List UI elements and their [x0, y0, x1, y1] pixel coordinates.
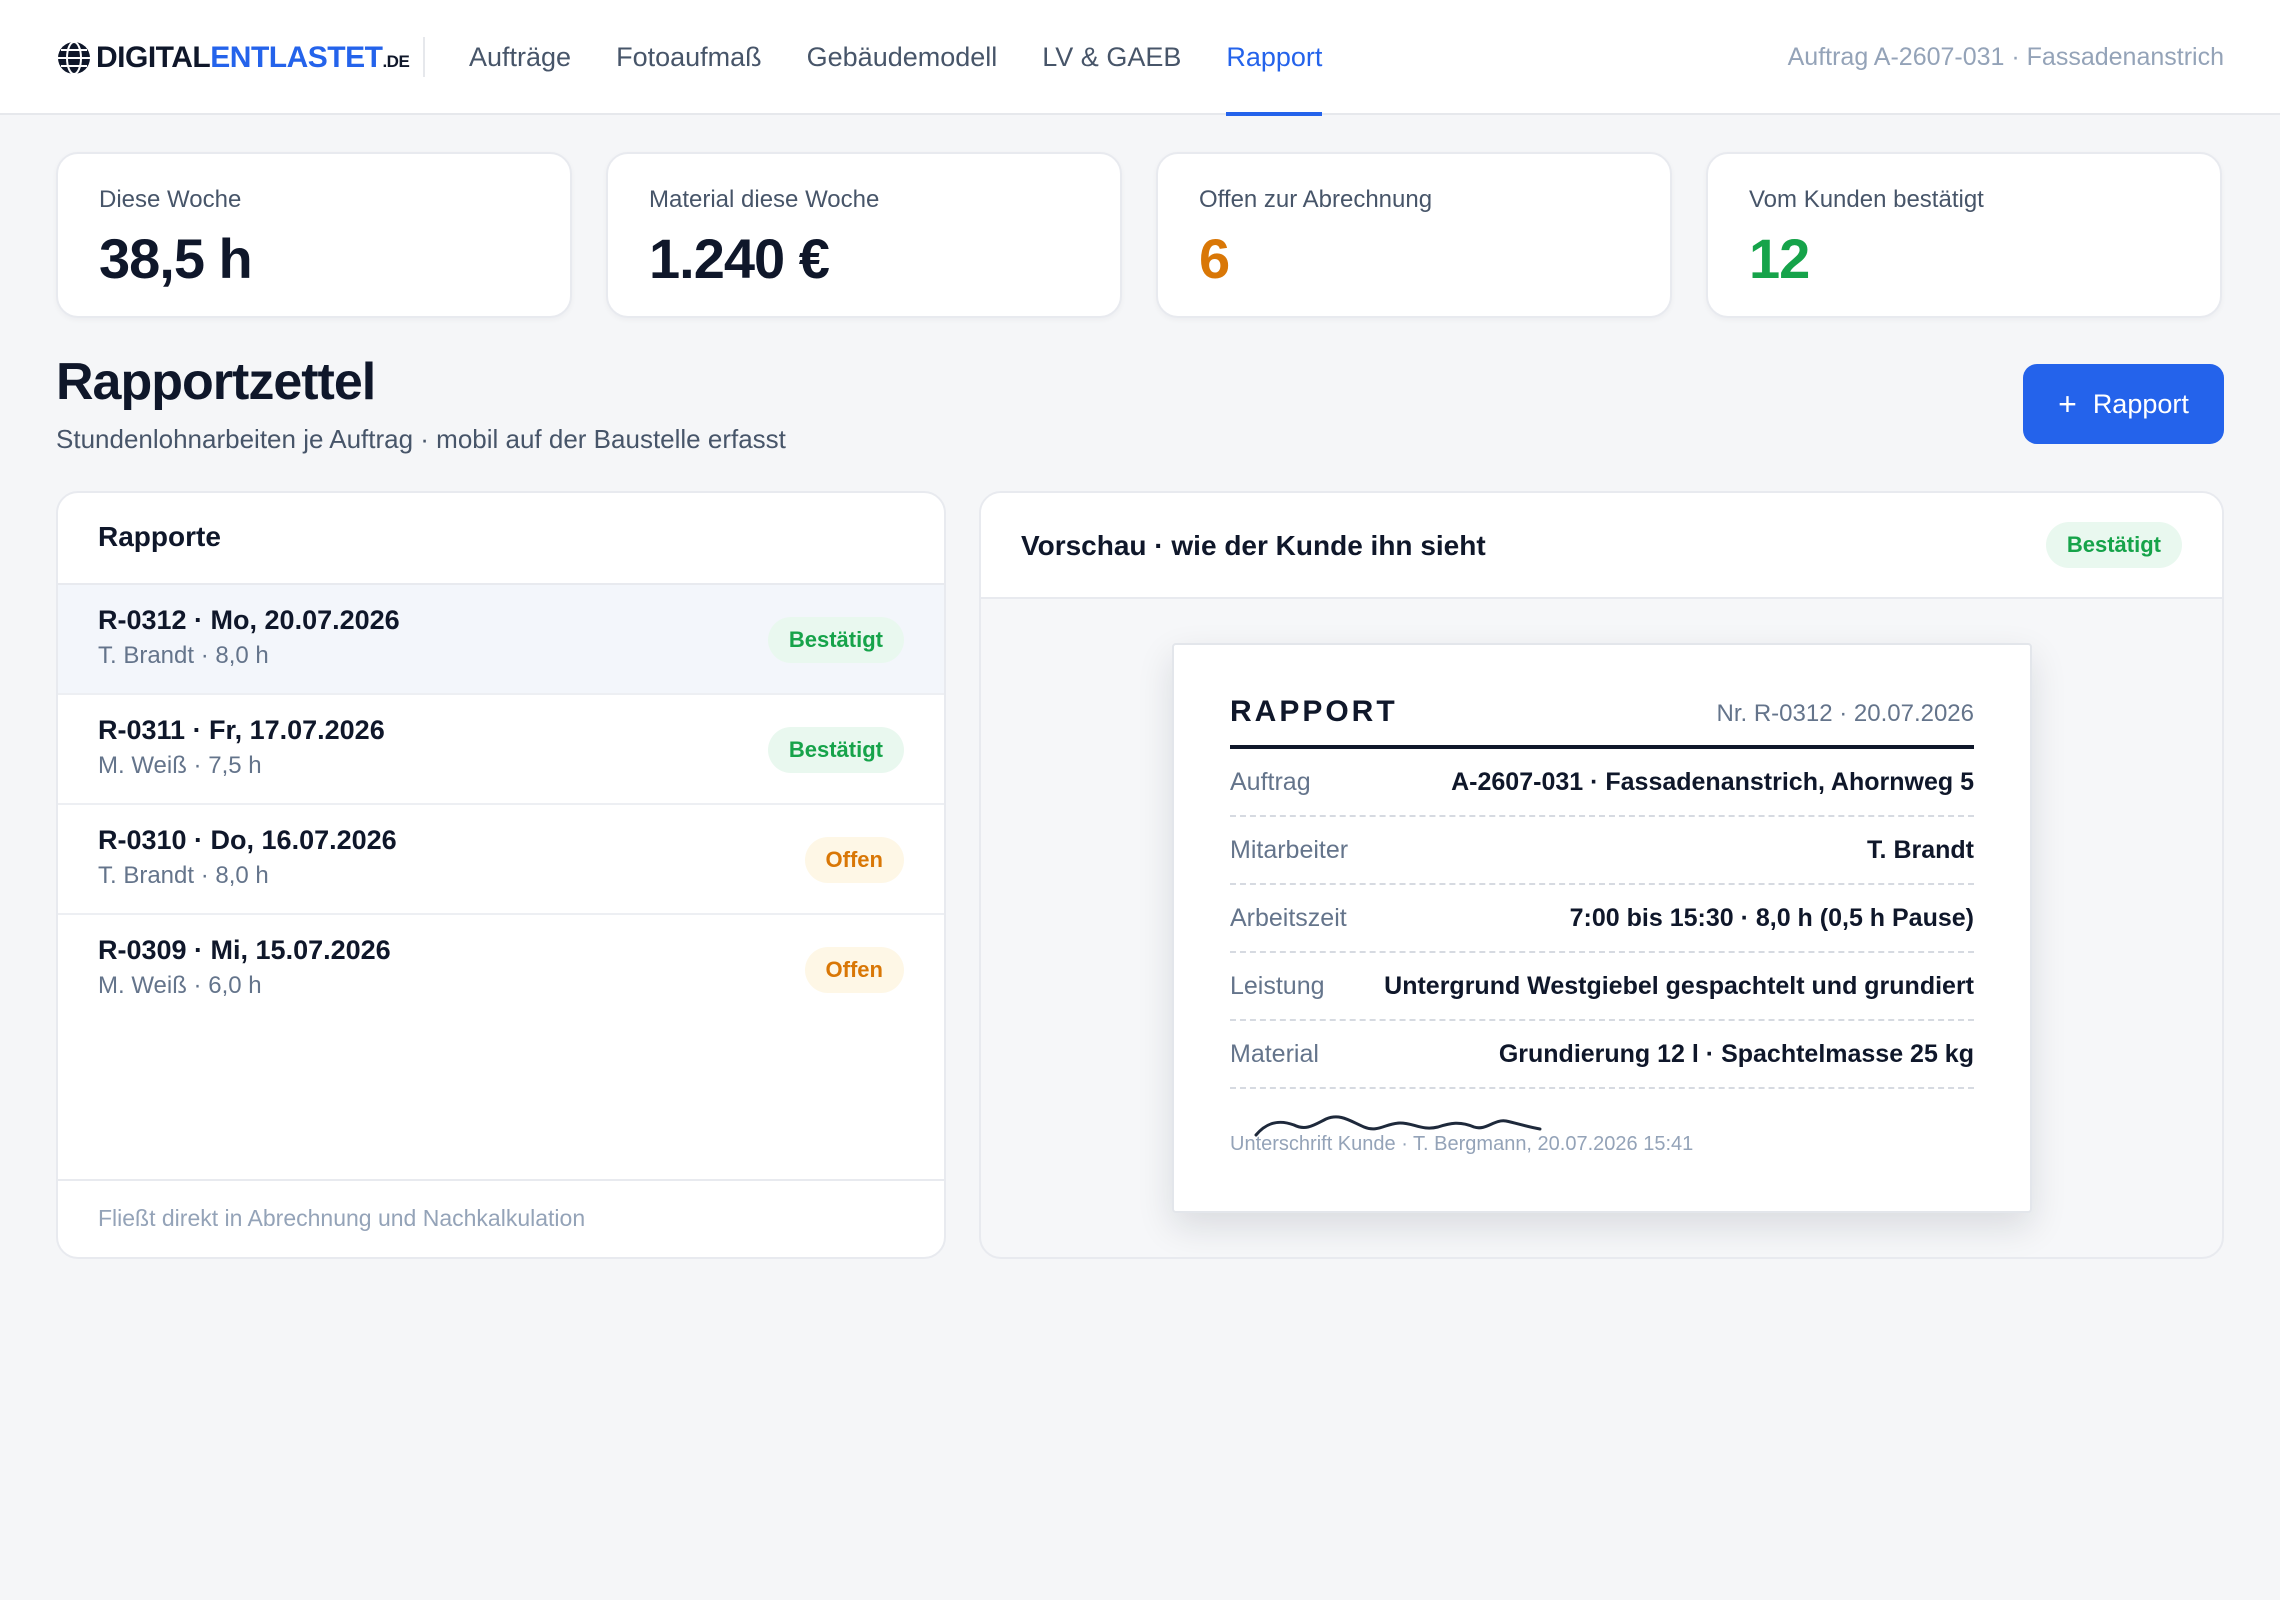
main-nav: Aufträge Fotoaufmaß Gebäudemodell LV & G…	[469, 0, 1367, 116]
signature-caption: Unterschrift Kunde · T. Bergmann, 20.07.…	[1230, 1133, 1694, 1155]
preview-panel-title: Vorschau · wie der Kunde ihn sieht	[1021, 530, 1486, 561]
row-value: T. Brandt	[1867, 835, 1974, 864]
row-key: Arbeitszeit	[1230, 903, 1347, 932]
kpi-value: 38,5 h	[99, 227, 253, 290]
document-row-arbeitszeit: Arbeitszeit 7:00 bis 15:30 · 8,0 h (0,5 …	[1230, 885, 1974, 953]
top-navigation-bar: DIGITALENTLASTET.DE Aufträge Fotoaufmaß …	[0, 0, 2280, 116]
brand-logo[interactable]: DIGITALENTLASTET.DE	[56, 38, 410, 78]
list-item[interactable]: R-0311 · Fr, 17.07.2026 M. Weiß · 7,5 h …	[58, 695, 944, 805]
kpi-value: 1.240 €	[649, 227, 830, 290]
kpi-label: Diese Woche	[99, 186, 242, 213]
page-title: Rapportzettel	[56, 353, 376, 411]
status-badge: Offen	[804, 837, 904, 883]
document-header: RAPPORT Nr. R-0312 · 20.07.2026	[1230, 695, 1974, 749]
kpi-card-open-billing: Offen zur Abrechnung 6	[1156, 152, 1672, 318]
list-panel-footer: Fließt direkt in Abrechnung und Nachkalk…	[58, 1179, 944, 1257]
page-subtitle: Stundenlohnarbeiten je Auftrag · mobil a…	[56, 424, 786, 454]
document-heading: RAPPORT	[1230, 695, 1398, 728]
kpi-label: Material diese Woche	[649, 186, 880, 213]
brand-wordmark: DIGITALENTLASTET.DE	[96, 41, 410, 74]
list-panel-title: Rapporte	[58, 493, 944, 585]
row-key: Leistung	[1230, 971, 1325, 1000]
row-value: Grundierung 12 l · Spachtelmasse 25 kg	[1498, 1039, 1974, 1068]
kpi-label: Offen zur Abrechnung	[1199, 186, 1433, 213]
status-badge: Bestätigt	[767, 727, 904, 773]
document-number: Nr. R-0312 · 20.07.2026	[1716, 700, 1975, 727]
nav-item-fotoaufmass[interactable]: Fotoaufmaß	[616, 0, 762, 115]
row-value: 7:00 bis 15:30 · 8,0 h (0,5 h Pause)	[1569, 903, 1974, 932]
row-key: Material	[1230, 1039, 1319, 1068]
add-rapport-label: Rapport	[2092, 388, 2189, 419]
document-row-mitarbeiter: Mitarbeiter T. Brandt	[1230, 817, 1974, 885]
list-item[interactable]: R-0310 · Do, 16.07.2026 T. Brandt · 8,0 …	[58, 805, 944, 915]
document-row-material: Material Grundierung 12 l · Spachtelmass…	[1230, 1021, 1974, 1089]
signature-area: Unterschrift Kunde · T. Bergmann, 20.07.…	[1230, 1089, 1974, 1169]
kpi-card-week-hours: Diese Woche 38,5 h	[56, 152, 572, 318]
kpi-card-customer-confirmed: Vom Kunden bestätigt 12	[1706, 152, 2222, 318]
status-badge: Offen	[804, 947, 904, 993]
row-value: Untergrund Westgiebel gespachtelt und gr…	[1384, 971, 1974, 1000]
kpi-label: Vom Kunden bestätigt	[1749, 186, 1984, 213]
preview-status-badge: Bestätigt	[2045, 522, 2182, 568]
row-key: Mitarbeiter	[1230, 835, 1349, 864]
nav-item-auftraege[interactable]: Aufträge	[469, 0, 571, 115]
list-item[interactable]: R-0309 · Mi, 15.07.2026 M. Weiß · 6,0 h …	[58, 915, 944, 1025]
kpi-value: 12	[1749, 227, 1810, 290]
plus-icon: +	[2058, 385, 2077, 422]
kpi-value: 6	[1199, 227, 1230, 290]
nav-item-rapport[interactable]: Rapport	[1226, 0, 1323, 116]
globe-icon	[58, 41, 90, 75]
rapport-preview-panel: Vorschau · wie der Kunde ihn sieht Bestä…	[979, 491, 2224, 1259]
list-item[interactable]: R-0312 · Mo, 20.07.2026 T. Brandt · 8,0 …	[58, 585, 944, 695]
preview-panel-header: Vorschau · wie der Kunde ihn sieht Bestä…	[981, 493, 2222, 599]
row-value: A-2607-031 · Fassadenanstrich, Ahornweg …	[1451, 767, 1974, 796]
kpi-card-material-week: Material diese Woche 1.240 €	[606, 152, 1122, 318]
current-order-reference: Auftrag A-2607-031 · Fassadenanstrich	[1787, 43, 2224, 71]
rapport-document: RAPPORT Nr. R-0312 · 20.07.2026 Auftrag …	[1172, 643, 2032, 1213]
rapport-list-panel: Rapporte R-0312 · Mo, 20.07.2026 T. Bran…	[56, 491, 946, 1259]
row-key: Auftrag	[1230, 767, 1311, 796]
header-divider	[423, 37, 425, 77]
document-row-auftrag: Auftrag A-2607-031 · Fassadenanstrich, A…	[1230, 749, 1974, 817]
nav-item-gebaeudemodell[interactable]: Gebäudemodell	[807, 0, 998, 115]
status-badge: Bestätigt	[767, 617, 904, 663]
add-rapport-button[interactable]: + Rapport	[2023, 364, 2224, 444]
nav-item-lv-gaeb[interactable]: LV & GAEB	[1042, 0, 1181, 115]
document-row-leistung: Leistung Untergrund Westgiebel gespachte…	[1230, 953, 1974, 1021]
